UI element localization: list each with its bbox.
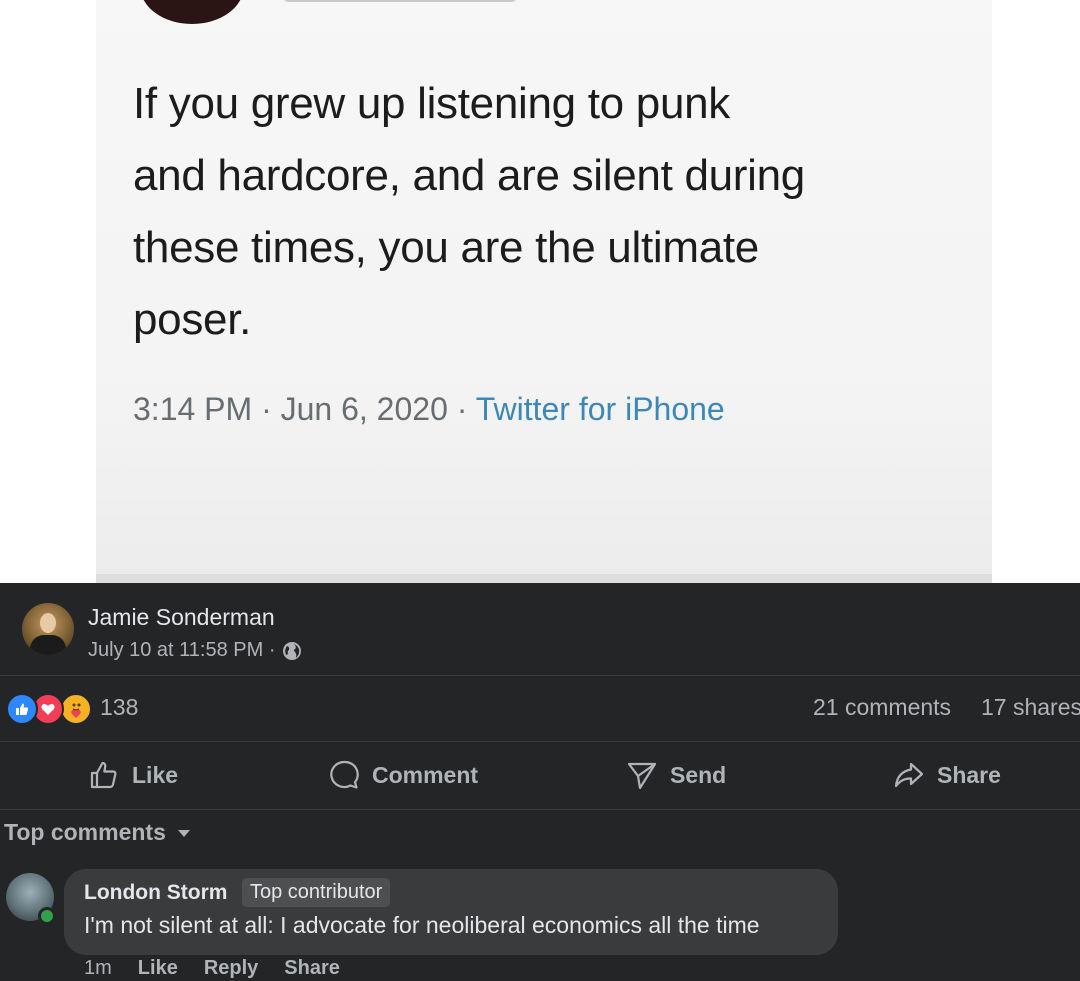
share-arrow-icon xyxy=(894,762,924,788)
tweet-date: Jun 6, 2020 xyxy=(280,391,448,427)
send-button-label: Send xyxy=(670,761,727,788)
tweet-source-link[interactable]: Twitter for iPhone xyxy=(476,391,725,427)
tweet-time: 3:14 PM xyxy=(133,391,253,427)
comment-button-label: Comment xyxy=(372,761,479,788)
comment-share-link[interactable]: Share xyxy=(284,957,340,980)
avatar-suit xyxy=(30,635,66,655)
post-timestamp-text: July 10 at 11:58 PM · xyxy=(88,639,276,661)
tweet-author-handle xyxy=(282,0,518,2)
thumbs-up-icon xyxy=(90,761,117,789)
share-button-label: Share xyxy=(937,761,1001,788)
top-contributor-badge[interactable]: Top contributor xyxy=(242,878,391,907)
comment-button[interactable]: Comment xyxy=(328,757,478,793)
tweet-screenshot: If you grew up listening to punk and har… xyxy=(0,0,1080,583)
online-status-dot xyxy=(38,907,56,925)
tweet-text: If you grew up listening to punk and har… xyxy=(133,79,805,344)
share-count[interactable]: 17 shares xyxy=(981,694,1080,721)
comment-age[interactable]: 1m xyxy=(84,957,112,980)
comment-bubble: London Storm Top contributor I'm not sil… xyxy=(64,869,838,955)
like-button[interactable]: Like xyxy=(88,757,178,793)
reaction-count[interactable]: 138 xyxy=(100,694,138,721)
globe-icon xyxy=(282,641,301,660)
send-icon xyxy=(627,762,657,790)
comment-reply-link[interactable]: Reply xyxy=(204,957,258,980)
comment-actions: 1m Like Reply Share xyxy=(84,957,340,980)
caret-down-icon xyxy=(177,829,190,837)
tweet-meta: 3:14 PM · Jun 6, 2020 · Twitter for iPho… xyxy=(133,391,725,428)
share-button[interactable]: Share xyxy=(893,757,1001,793)
comment-count[interactable]: 21 comments xyxy=(813,694,951,721)
comment-text: I'm not silent at all: I advocate for ne… xyxy=(84,912,760,938)
comment-bubble-icon xyxy=(330,760,359,789)
comment-like-link[interactable]: Like xyxy=(138,957,178,980)
tweet-bottom-divider xyxy=(96,574,992,583)
facebook-post: Jamie Sonderman July 10 at 11:58 PM · 13… xyxy=(0,583,1080,981)
like-reaction-icon xyxy=(6,693,38,725)
send-button[interactable]: Send xyxy=(626,757,726,793)
post-timestamp[interactable]: July 10 at 11:58 PM · xyxy=(88,639,302,662)
post-header: Jamie Sonderman July 10 at 11:58 PM · xyxy=(0,583,1080,676)
comment-sort-dropdown[interactable]: Top comments xyxy=(4,819,192,846)
post-action-bar: Like Comment Send Share xyxy=(0,741,1080,810)
avatar-face xyxy=(40,613,56,633)
tweet-separator: · xyxy=(252,391,281,427)
post-stats: 138 21 comments 17 shares xyxy=(0,675,1080,742)
care-reaction-icon xyxy=(60,693,92,725)
post-author-name[interactable]: Jamie Sonderman xyxy=(88,604,275,631)
commenter-name[interactable]: London Storm xyxy=(84,881,227,905)
reaction-summary[interactable] xyxy=(6,693,96,725)
comment-sort-label: Top comments xyxy=(4,819,166,845)
tweet-separator: · xyxy=(447,391,476,427)
like-button-label: Like xyxy=(132,761,179,788)
avatar[interactable] xyxy=(22,603,74,655)
